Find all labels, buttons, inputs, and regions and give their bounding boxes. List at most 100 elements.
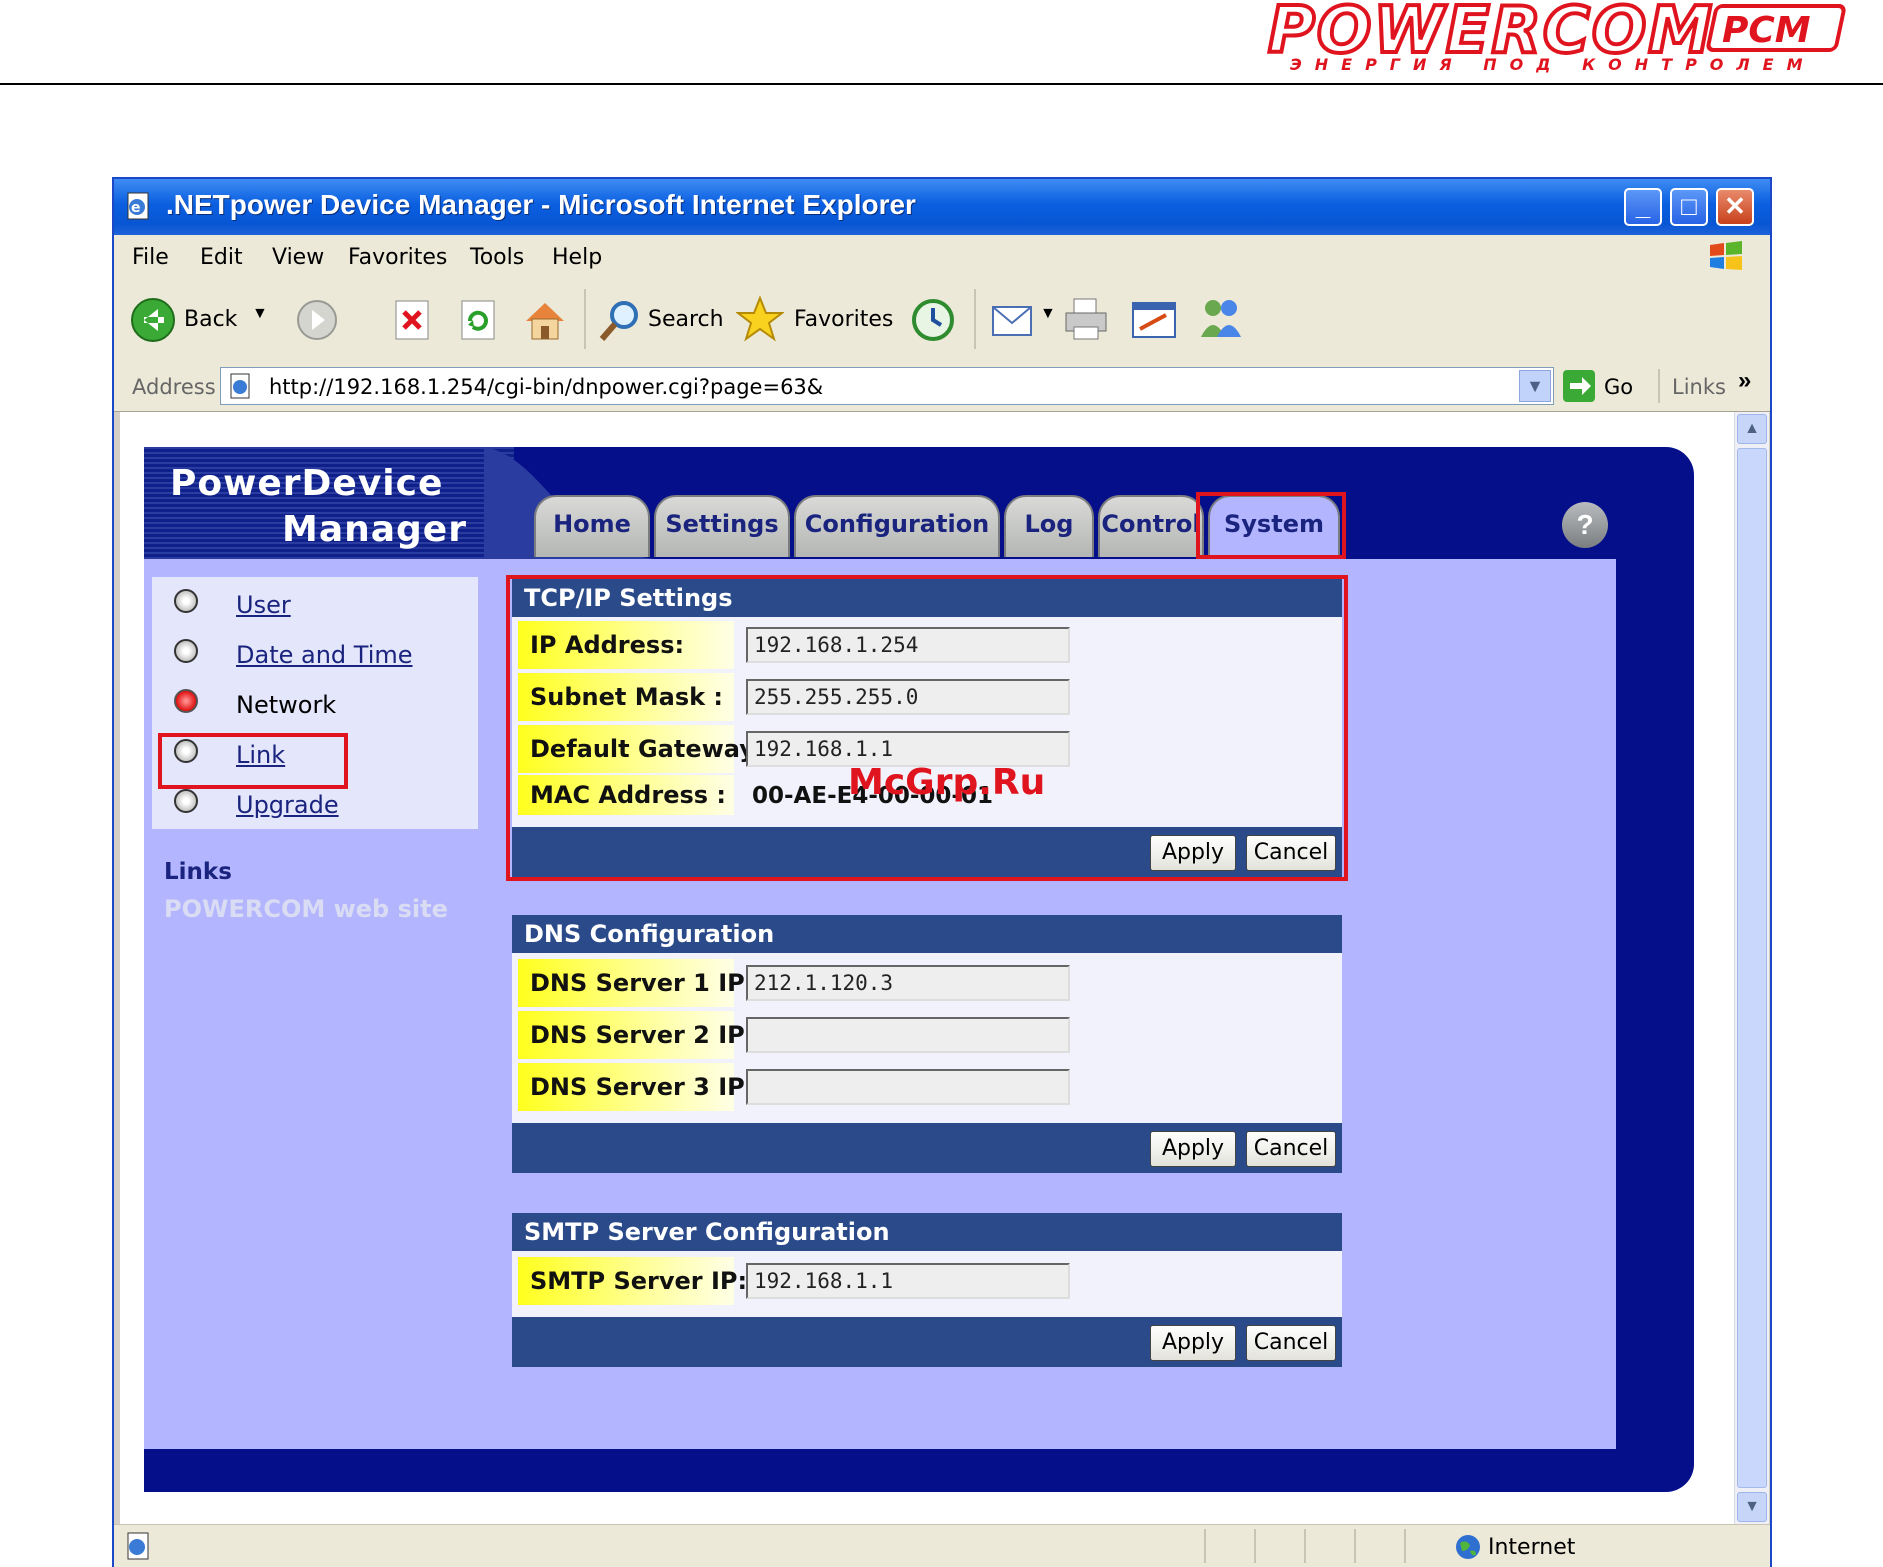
security-zone-label: Internet: [1488, 1535, 1576, 1560]
ie-page-icon: e: [127, 192, 149, 220]
menu-edit[interactable]: Edit: [200, 245, 243, 270]
window-title: .NETpower Device Manager - Microsoft Int…: [166, 189, 916, 220]
dns2-input[interactable]: [746, 1017, 1070, 1053]
tab-control[interactable]: Control: [1098, 495, 1204, 557]
dns-cancel-button[interactable]: Cancel: [1246, 1131, 1336, 1167]
favorites-star-icon[interactable]: [736, 295, 784, 343]
radio-icon[interactable]: [174, 789, 198, 813]
powercom-logo: POWERCOM PCM ЭНЕРГИЯ ПОД КОНТРОЛЕМ: [1266, 0, 1846, 74]
side-item-label[interactable]: Upgrade: [236, 791, 339, 819]
side-item-label[interactable]: User: [236, 591, 291, 619]
status-bar: Internet: [114, 1524, 1770, 1567]
watermark-text: McGrp.Ru: [848, 762, 1046, 803]
smtp-apply-button[interactable]: Apply: [1150, 1325, 1236, 1361]
dns3-input[interactable]: [746, 1069, 1070, 1105]
close-button[interactable]: ✕: [1716, 188, 1754, 226]
forward-arrow-icon[interactable]: [296, 299, 338, 341]
print-icon[interactable]: [1062, 297, 1110, 343]
powercom-site-link[interactable]: POWERCOM web site: [164, 895, 448, 923]
globe-icon: [1456, 1535, 1480, 1559]
home-icon[interactable]: [522, 297, 568, 343]
side-menu: User Date and Time Network Link Upgrade: [152, 577, 478, 829]
scroll-thumb[interactable]: [1737, 448, 1767, 1488]
menu-bar: File Edit View Favorites Tools Help: [114, 235, 1770, 278]
dns-panel: DNS Configuration DNS Server 1 IP: 212.1…: [512, 915, 1342, 1173]
dns2-label: DNS Server 2 IP:: [518, 1011, 754, 1059]
svg-text:e: e: [131, 200, 141, 216]
side-item-label[interactable]: Date and Time: [236, 641, 413, 669]
mail-icon[interactable]: [990, 299, 1038, 341]
dns-apply-button[interactable]: Apply: [1150, 1131, 1236, 1167]
address-url: http://192.168.1.254/cgi-bin/dnpower.cgi…: [269, 375, 824, 399]
help-icon[interactable]: ?: [1562, 502, 1608, 548]
panel-body: DNS Server 1 IP: 212.1.120.3 DNS Server …: [512, 953, 1342, 1123]
address-label: Address: [132, 375, 216, 399]
minimize-button[interactable]: _: [1624, 188, 1662, 226]
panel-footer: Apply Cancel: [512, 1317, 1342, 1367]
dns1-input[interactable]: 212.1.120.3: [746, 965, 1070, 1001]
ie-page-icon: [230, 373, 250, 399]
menu-tools[interactable]: Tools: [470, 245, 524, 270]
pdm-logo: PowerDevice Manager: [144, 447, 514, 559]
title-bar[interactable]: e .NETpower Device Manager - Microsoft I…: [114, 179, 1770, 235]
logo-line-2: Manager: [282, 509, 467, 550]
links-heading: Links: [164, 859, 232, 885]
messenger-icon[interactable]: [1196, 295, 1246, 343]
back-arrow-icon[interactable]: [130, 297, 176, 343]
chevron-more-icon[interactable]: »: [1738, 367, 1751, 395]
menu-help[interactable]: Help: [552, 245, 602, 270]
svg-text:ЭНЕРГИЯ ПОД КОНТРОЛЕМ: ЭНЕРГИЯ ПОД КОНТРОЛЕМ: [1290, 55, 1816, 74]
menu-view[interactable]: View: [272, 245, 324, 270]
address-input[interactable]: http://192.168.1.254/cgi-bin/dnpower.cgi…: [220, 367, 1554, 405]
radio-selected-icon[interactable]: [174, 689, 198, 713]
address-dropdown-icon[interactable]: ▼: [1519, 370, 1551, 402]
browser-window: e .NETpower Device Manager - Microsoft I…: [112, 177, 1772, 1567]
back-dropdown-icon[interactable]: ▼: [252, 305, 268, 323]
favorites-button-label[interactable]: Favorites: [794, 307, 893, 332]
tab-settings[interactable]: Settings: [654, 495, 790, 557]
radio-icon[interactable]: [174, 589, 198, 613]
menu-file[interactable]: File: [132, 245, 169, 270]
side-item-label: Network: [236, 691, 337, 719]
stop-icon[interactable]: [392, 299, 432, 341]
tab-log[interactable]: Log: [1004, 495, 1094, 557]
svg-text:PCM: PCM: [1722, 10, 1811, 51]
mail-dropdown-icon[interactable]: ▼: [1040, 305, 1056, 323]
header-divider: [0, 83, 1883, 85]
dns3-label: DNS Server 3 IP:: [518, 1063, 754, 1111]
tab-configuration[interactable]: Configuration: [794, 495, 1000, 557]
windows-flag-icon: [1710, 241, 1742, 270]
ie-page-icon: [127, 1532, 149, 1560]
side-highlight-box: [158, 733, 348, 789]
go-arrow-icon[interactable]: [1562, 369, 1596, 403]
dns1-label: DNS Server 1 IP:: [518, 959, 754, 1007]
tab-home[interactable]: Home: [534, 495, 650, 557]
panel-title: SMTP Server Configuration: [512, 1213, 1342, 1251]
toolbar: Back ▼ Search Favorites ▼: [114, 277, 1770, 362]
refresh-icon[interactable]: [458, 299, 498, 341]
pdm-frame: PowerDevice Manager Home Settings Config…: [144, 447, 1694, 1492]
tab-highlight-box: [1196, 492, 1346, 559]
page-viewport: PowerDevice Manager Home Settings Config…: [120, 412, 1734, 1524]
smtp-ip-input[interactable]: 192.168.1.1: [746, 1263, 1070, 1299]
smtp-cancel-button[interactable]: Cancel: [1246, 1325, 1336, 1361]
smtp-ip-label: SMTP Server IP:: [518, 1257, 747, 1305]
back-button-label[interactable]: Back: [184, 307, 237, 332]
tcpip-highlight-box: [506, 575, 1348, 881]
go-button-label[interactable]: Go: [1604, 375, 1633, 399]
panel-body: SMTP Server IP: 192.168.1.1: [512, 1251, 1342, 1317]
panel-title: DNS Configuration: [512, 915, 1342, 953]
edit-page-icon[interactable]: [1130, 299, 1178, 341]
radio-icon[interactable]: [174, 639, 198, 663]
vertical-scrollbar[interactable]: ▲ ▼: [1734, 412, 1769, 1524]
maximize-button[interactable]: □: [1670, 188, 1708, 226]
address-bar: Address http://192.168.1.254/cgi-bin/dnp…: [114, 361, 1770, 412]
scroll-down-icon[interactable]: ▼: [1737, 1492, 1767, 1522]
menu-favorites[interactable]: Favorites: [348, 245, 447, 270]
search-button-label[interactable]: Search: [648, 307, 724, 332]
history-icon[interactable]: [910, 297, 956, 343]
scroll-up-icon[interactable]: ▲: [1737, 414, 1767, 444]
search-icon[interactable]: [596, 297, 644, 345]
links-toolbar-label[interactable]: Links: [1672, 375, 1726, 399]
panel-footer: Apply Cancel: [512, 1123, 1342, 1173]
